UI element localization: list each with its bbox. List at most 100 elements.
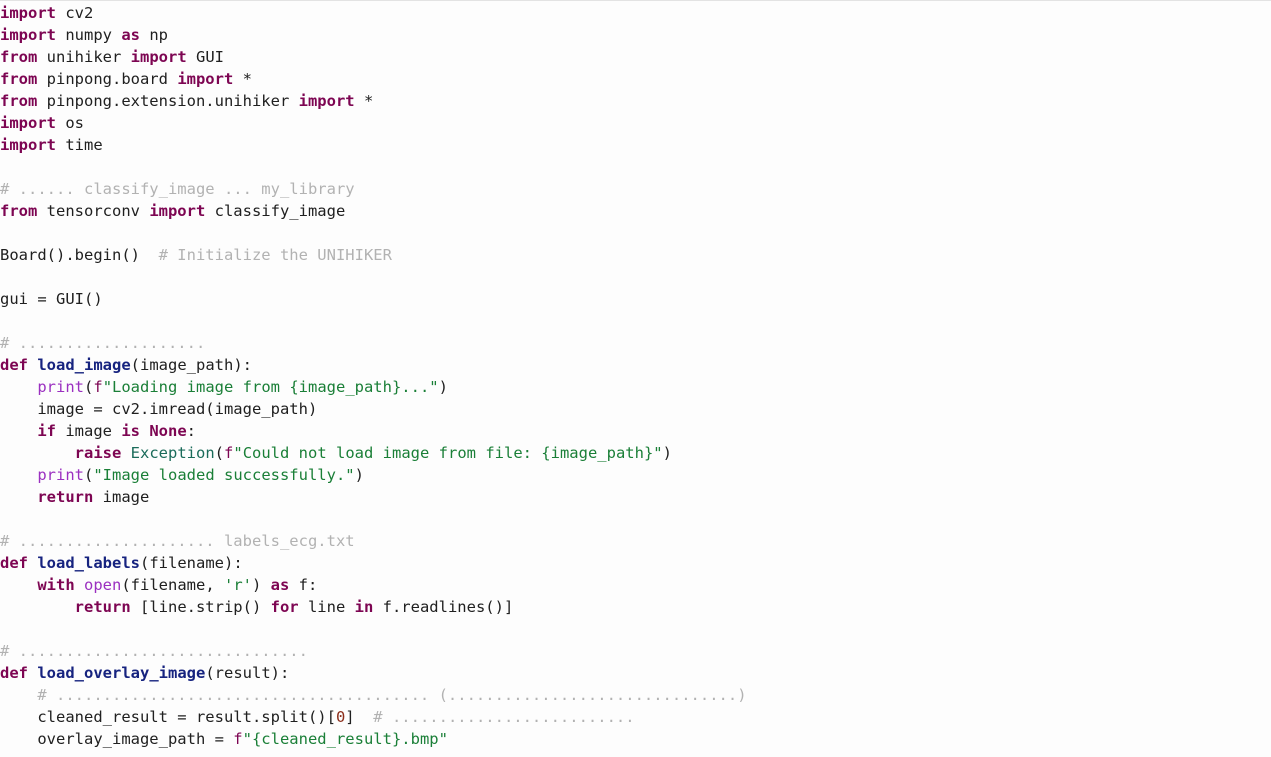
code-line[interactable]: # ..................... labels_ecg.txt <box>0 530 747 552</box>
code-line[interactable]: import time <box>0 134 747 156</box>
code-token-kw: def <box>0 664 28 682</box>
code-line[interactable]: from unihiker import GUI <box>0 46 747 68</box>
code-token-plain: * <box>233 70 252 88</box>
code-token-com: # ......................................… <box>37 686 747 704</box>
code-line[interactable]: Board().begin() # Initialize the UNIHIKE… <box>0 244 747 266</box>
code-line[interactable]: return [line.strip() for line in f.readl… <box>0 596 747 618</box>
code-token-plain: Board().begin() <box>0 246 159 264</box>
code-line[interactable] <box>0 156 747 178</box>
code-line[interactable]: print(f"Loading image from {image_path}.… <box>0 376 747 398</box>
code-token-kw: None <box>149 422 187 440</box>
code-token-fn: load_labels <box>37 554 140 572</box>
code-token-plain: np <box>140 26 168 44</box>
code-token-plain: cleaned_result = result.split()[ <box>0 708 336 726</box>
code-line[interactable]: def load_labels(filename): <box>0 552 747 574</box>
code-line[interactable]: with open(filename, 'r') as f: <box>0 574 747 596</box>
code-token-kw: import <box>0 26 56 44</box>
code-token-plain: GUI <box>186 48 224 66</box>
code-token-plain: cv2 <box>56 4 94 22</box>
code-token-str: 'r' <box>223 576 252 594</box>
code-token-plain: numpy <box>56 26 122 44</box>
code-token-plain: image = cv2.imread(image_path) <box>0 400 318 418</box>
code-token-plain: pinpong.board <box>37 70 178 88</box>
code-token-kw: from <box>0 48 38 66</box>
code-content[interactable]: import cv2 import numpy as np from unihike… <box>0 2 747 750</box>
code-token-plain: unihiker <box>37 48 131 66</box>
code-token-plain: ( <box>214 444 225 462</box>
code-token-kw: import <box>0 4 56 22</box>
code-token-kw: return <box>37 488 94 506</box>
code-token-fpre: f <box>233 730 243 748</box>
code-line[interactable] <box>0 266 747 288</box>
code-token-kw: as <box>270 576 290 594</box>
code-token-kw: is <box>121 422 140 440</box>
code-token-str: "Image loaded successfully." <box>93 466 355 484</box>
code-line[interactable]: raise Exception(f"Could not load image f… <box>0 442 747 464</box>
code-token-plain: f.readlines()] <box>373 598 514 616</box>
code-token-fpre: f <box>93 378 103 396</box>
code-token-plain: ] <box>345 708 374 726</box>
code-token-kw: in <box>354 598 374 616</box>
code-token-bi: print <box>37 378 84 396</box>
code-line[interactable] <box>0 618 747 640</box>
code-token-fn: load_overlay_image <box>37 664 206 682</box>
code-token-plain: : <box>186 422 197 440</box>
code-line[interactable]: overlay_image_path = f"{cleaned_result}.… <box>0 728 747 750</box>
code-token-plain: gui = GUI() <box>0 290 103 308</box>
code-line[interactable]: import cv2 <box>0 2 747 24</box>
code-token-kw: import <box>298 92 355 110</box>
code-line[interactable]: print("Image loaded successfully.") <box>0 464 747 486</box>
code-line[interactable] <box>0 310 747 332</box>
code-line[interactable]: image = cv2.imread(image_path) <box>0 398 747 420</box>
code-line[interactable]: from pinpong.extension.unihiker import * <box>0 90 747 112</box>
code-editor-pane[interactable]: import cv2 import numpy as np from unihike… <box>0 0 1271 757</box>
code-line[interactable]: from tensorconv import classify_image <box>0 200 747 222</box>
code-token-plain: ) <box>438 378 448 396</box>
code-line[interactable] <box>0 222 747 244</box>
code-line[interactable]: from pinpong.board import * <box>0 68 747 90</box>
code-line[interactable]: import os <box>0 112 747 134</box>
code-line[interactable]: # ......................................… <box>0 684 747 706</box>
code-token-kw: if <box>37 422 56 440</box>
code-token-str: "{cleaned_result}.bmp" <box>242 730 448 748</box>
code-token-str: "Loading image from {image_path}..." <box>102 378 439 396</box>
code-line[interactable]: return image <box>0 486 747 508</box>
code-line[interactable]: if image is None: <box>0 420 747 442</box>
code-token-plain: classify_image <box>205 202 346 220</box>
code-line[interactable]: # ............................... <box>0 640 747 662</box>
code-token-kw: with <box>37 576 75 594</box>
code-token-kw: import <box>177 70 234 88</box>
code-line[interactable]: import numpy as np <box>0 24 747 46</box>
code-line[interactable]: cleaned_result = result.split()[0] # ...… <box>0 706 747 728</box>
code-token-kw: import <box>0 136 56 154</box>
code-token-kw: import <box>149 202 206 220</box>
code-token-plain: ( <box>84 378 94 396</box>
code-line[interactable]: def load_image(image_path): <box>0 354 747 376</box>
code-token-fn: load_image <box>37 356 131 374</box>
code-line[interactable]: # .................... <box>0 332 747 354</box>
code-token-plain: image <box>56 422 122 440</box>
code-token-plain: image <box>93 488 150 506</box>
code-token-plain: (filename): <box>140 554 243 572</box>
code-token-plain: ) <box>251 576 271 594</box>
code-token-kw: import <box>130 48 187 66</box>
code-token-str: "Could not load image from file: {image_… <box>233 444 663 462</box>
code-line[interactable]: def load_overlay_image(result): <box>0 662 747 684</box>
code-token-plain: * <box>354 92 374 110</box>
code-token-plain: time <box>56 136 103 154</box>
code-token-kw: raise <box>74 444 122 462</box>
code-line[interactable] <box>0 508 747 530</box>
code-token-com: # .......................... <box>373 708 635 726</box>
code-line[interactable]: gui = GUI() <box>0 288 747 310</box>
code-line[interactable]: # ...... classify_image ... my_library <box>0 178 747 200</box>
